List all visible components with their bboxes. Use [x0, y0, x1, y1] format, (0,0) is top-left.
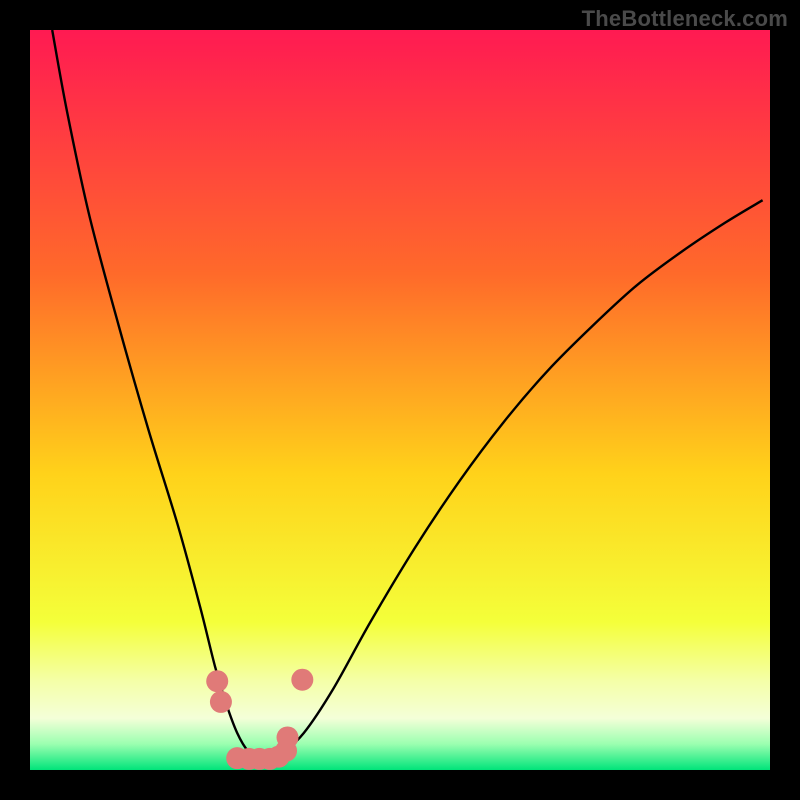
marker-dot [291, 669, 313, 691]
chart-frame: TheBottleneck.com [0, 0, 800, 800]
marker-dot [210, 691, 232, 713]
marker-dot [206, 670, 228, 692]
watermark-text: TheBottleneck.com [582, 6, 788, 32]
gradient-background [30, 30, 770, 770]
chart-svg [30, 30, 770, 770]
plot-area [30, 30, 770, 770]
marker-dot [277, 726, 299, 748]
